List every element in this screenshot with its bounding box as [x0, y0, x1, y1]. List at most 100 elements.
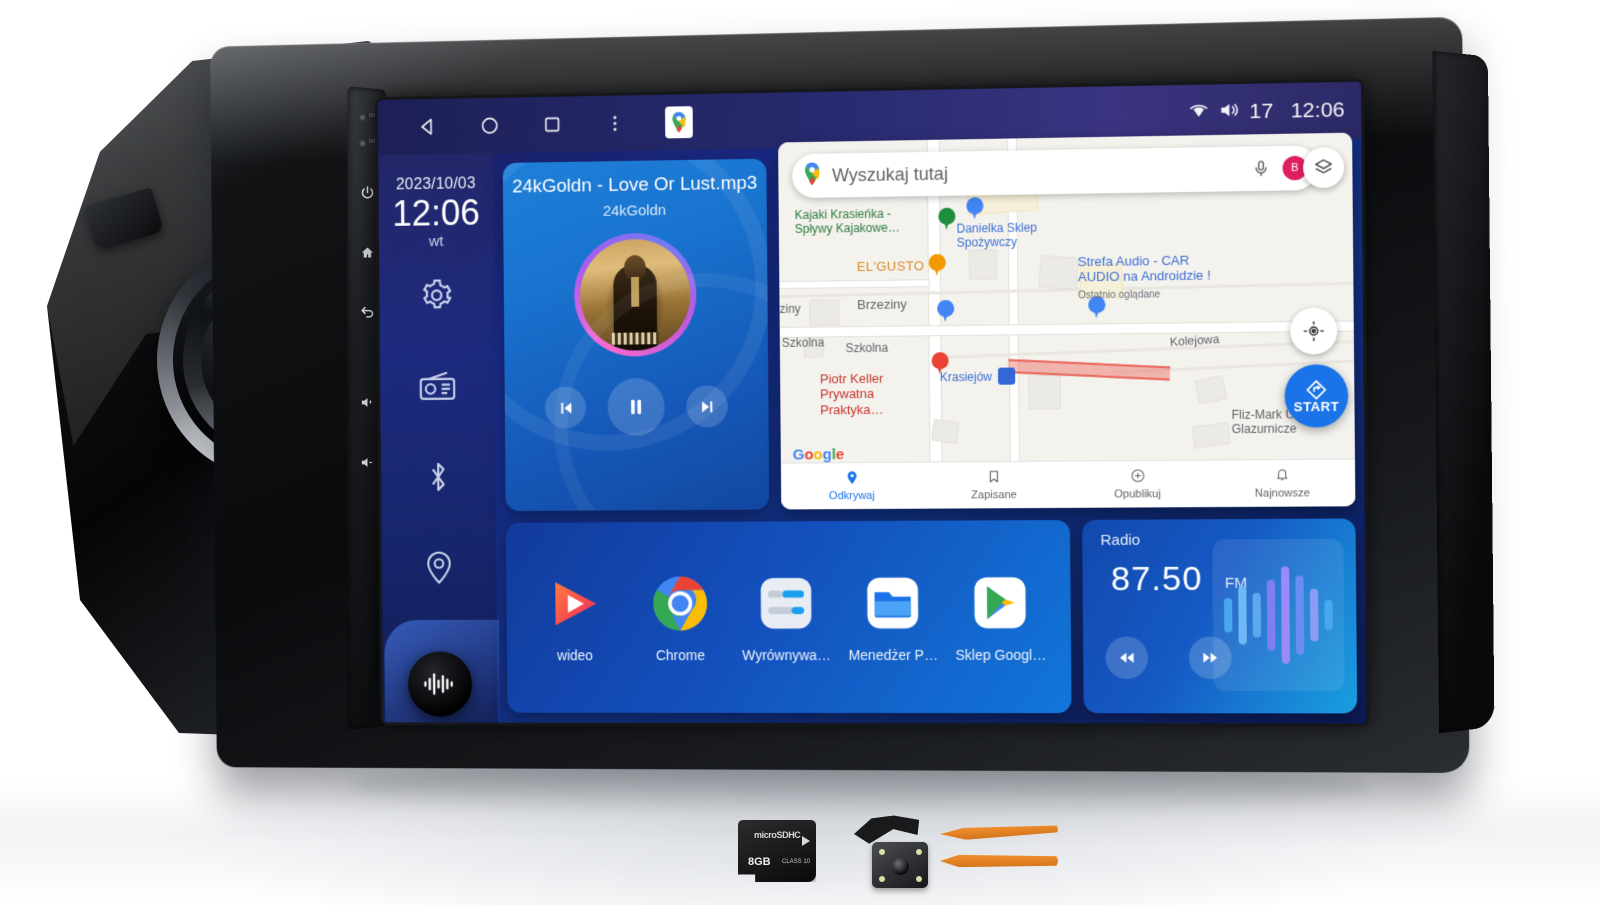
map-pin-orange[interactable]	[928, 253, 946, 277]
volume-level: 17	[1249, 99, 1274, 124]
visualizer-bar-5	[1295, 575, 1305, 655]
radio-visualizer	[1212, 538, 1345, 692]
radio-title: Radio	[1100, 531, 1141, 550]
map-building-3	[968, 249, 998, 280]
home-nav-icon[interactable]	[477, 113, 503, 139]
map-building-8	[1028, 375, 1061, 410]
app-wideo[interactable]: wideo	[527, 572, 622, 663]
map-search-bar[interactable]: Wyszukaj tutaj B	[792, 145, 1318, 199]
overflow-menu-icon[interactable]	[602, 110, 628, 136]
track-artist: 24kGoldn	[602, 202, 667, 220]
map-pin-green[interactable]	[938, 207, 956, 231]
app-chrome[interactable]: Chrome	[632, 571, 727, 663]
bookmark-icon	[987, 469, 1001, 487]
visualizer-bar-7	[1324, 599, 1333, 631]
mapnav-najnowsze-label: Najnowsze	[1254, 487, 1311, 500]
camera-led-3	[879, 876, 885, 882]
map-recenter-button[interactable]	[1289, 307, 1338, 355]
home-button[interactable]	[353, 238, 381, 266]
mapnav-odkrywaj[interactable]: Odkrywaj	[781, 463, 923, 510]
rail-weekday: wt	[428, 232, 444, 250]
volume-up-button[interactable]	[353, 388, 381, 416]
camera-led-2	[916, 849, 922, 855]
map-building-6	[809, 299, 840, 326]
rail-time: 12:06	[392, 192, 480, 234]
mapnav-zapisane[interactable]: Zapisane	[922, 462, 1065, 509]
camera-led-4	[916, 876, 922, 882]
map-road-horizontal-1	[779, 321, 1354, 337]
next-track-button[interactable]	[686, 385, 729, 428]
visualizer-bar-0	[1223, 598, 1233, 633]
map-pin-store-blue[interactable]	[966, 197, 984, 220]
app-wyrownywanie-label: Wyrównywa…	[742, 647, 831, 664]
map-building-11	[1191, 421, 1232, 449]
maps-logo-icon	[802, 161, 822, 190]
album-art-ring	[573, 232, 697, 358]
visualizer-bar-2	[1252, 592, 1262, 638]
map-building-9	[1194, 374, 1228, 405]
app-dock-card: wideo Chrome Wyrównywa… Menedżer P… Skle…	[505, 519, 1072, 714]
map-start-navigation-button[interactable]: START	[1284, 364, 1349, 428]
map-road-label-3: Szkolna	[845, 340, 889, 356]
back-button[interactable]	[353, 298, 381, 326]
map-label-7: Krasiejów	[939, 369, 993, 385]
sidebar-item-bluetooth[interactable]	[381, 431, 496, 523]
radio-card[interactable]: Radio 87.50 FM	[1082, 518, 1358, 714]
album-art	[579, 238, 691, 352]
app-menedzer-plikow[interactable]: Menedżer P…	[845, 571, 942, 663]
map-pin-blue-2[interactable]	[937, 299, 955, 323]
volume-down-button[interactable]	[353, 448, 381, 476]
bell-icon	[1275, 467, 1290, 485]
radio-seek-down-button[interactable]	[1105, 636, 1149, 679]
mapnav-opublikuj[interactable]: Opublikuj	[1065, 461, 1210, 508]
voice-assistant-button[interactable]	[407, 651, 473, 717]
previous-track-button[interactable]	[544, 386, 587, 429]
touchscreen-display[interactable]: 17 12:06 2023/10/03 12:06 wt 24kGoldn - …	[377, 81, 1367, 724]
album-art-chain	[631, 276, 640, 307]
map-search-input[interactable]: Wyszukaj tutaj	[832, 158, 1250, 186]
back-nav-icon[interactable]	[415, 114, 440, 140]
media-controls	[505, 377, 769, 437]
track-title: 24kGoldn - Love Or Lust.mp3	[511, 172, 758, 198]
microsd-class: CLASS 10	[782, 859, 811, 865]
video-play-icon	[543, 572, 606, 636]
microphone-icon[interactable]	[1250, 157, 1273, 180]
car-head-unit: MIC MIC 17 12:06 2023/10/03 12:06 wt 24k…	[47, 16, 1557, 793]
map-railway	[939, 340, 1354, 359]
app-wyrownywanie[interactable]: Wyrównywa…	[738, 571, 834, 663]
equalizer-icon	[754, 571, 818, 635]
pry-tool-1	[940, 823, 1058, 841]
power-button[interactable]	[353, 178, 381, 206]
sidebar-item-navigation[interactable]	[381, 522, 496, 613]
sidebar-item-radio[interactable]	[380, 340, 495, 432]
map-road-label-1: Brzeziny	[857, 296, 908, 313]
included-accessories: microSDHC 8GB CLASS 10	[700, 808, 1060, 898]
app-menedzer-plikow-label: Menedżer P…	[848, 646, 939, 664]
android-home-screen: 17 12:06 2023/10/03 12:06 wt 24kGoldn - …	[377, 81, 1367, 724]
app-sklep-google[interactable]: Sklep Googl…	[952, 570, 1049, 663]
chassis-side-face	[1432, 50, 1495, 734]
volume-icon	[1219, 99, 1241, 127]
google-maps-card[interactable]: Kajaki Krasieńka - Spływy Kajakowe… Dani…	[778, 132, 1356, 510]
map-label-4: EL'GUSTO	[856, 258, 925, 275]
location-pin-icon	[844, 470, 859, 488]
media-player-card[interactable]: 24kGoldn - Love Or Lust.mp3 24kGoldn	[502, 158, 770, 511]
map-label-3: Ostatnio oglądane	[1078, 289, 1161, 302]
recents-nav-icon[interactable]	[539, 111, 565, 137]
microsd-logo: microSDHC	[754, 830, 801, 840]
pause-button[interactable]	[607, 377, 665, 437]
visualizer-bar-1	[1238, 585, 1247, 645]
sidebar-item-settings[interactable]	[379, 249, 494, 341]
mapnav-najnowsze[interactable]: Najnowsze	[1210, 460, 1356, 508]
left-rail: 2023/10/03 12:06 wt	[378, 153, 500, 723]
map-label-2: Strefa Audio - CAR AUDIO na Androidzie !	[1077, 252, 1211, 285]
visualizer-bar-6	[1309, 588, 1319, 642]
map-pin-station[interactable]	[997, 367, 1016, 385]
visualizer-bar-4	[1280, 566, 1291, 664]
file-manager-icon	[861, 571, 926, 635]
plus-circle-icon	[1130, 468, 1145, 486]
status-clock: 12:06	[1290, 98, 1345, 123]
google-maps-app-icon[interactable]	[665, 106, 693, 139]
microsd-capacity: 8GB	[748, 856, 771, 868]
mapnav-opublikuj-label: Opublikuj	[1114, 488, 1161, 501]
